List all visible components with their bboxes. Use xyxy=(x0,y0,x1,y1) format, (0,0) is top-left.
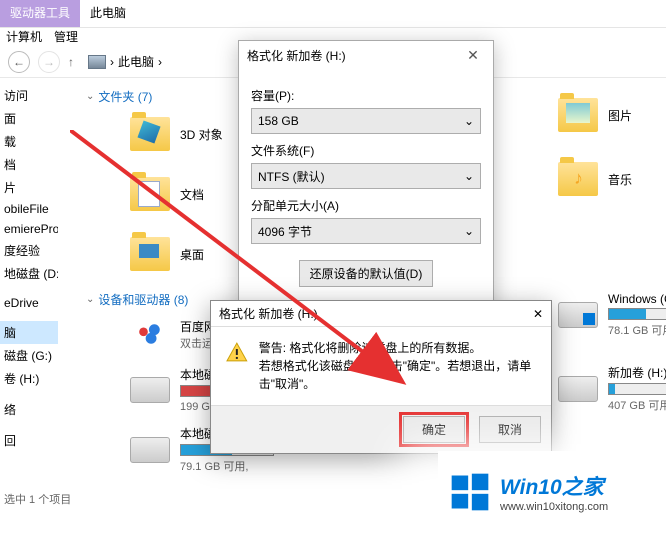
folder-icon: ♪ xyxy=(558,162,598,196)
drive-name: Windows (C: xyxy=(608,292,666,306)
confirm-text-line1: 警告: 格式化将删除该磁盘上的所有数据。 xyxy=(259,339,537,357)
dialog-titlebar[interactable]: 格式化 新加卷 (H:) ✕ xyxy=(239,41,493,69)
close-icon[interactable]: ✕ xyxy=(533,307,543,321)
cancel-button[interactable]: 取消 xyxy=(479,416,541,443)
ribbon-tab-drivetools[interactable]: 驱动器工具 xyxy=(0,0,80,27)
folder-icon xyxy=(130,237,170,271)
sidebar-premierepro[interactable]: emierePro xyxy=(0,219,58,239)
filesystem-select[interactable]: NTFS (默认)⌄ xyxy=(251,163,481,189)
folder-icon xyxy=(558,98,598,132)
allocunit-select[interactable]: 4096 字节⌄ xyxy=(251,218,481,244)
dialog-title: 格式化 新加卷 (H:) xyxy=(219,305,318,322)
drive-sub: 407 GB 可用 xyxy=(608,400,666,412)
folder-icon xyxy=(130,117,170,151)
chevron-down-icon: ⌄ xyxy=(464,224,474,238)
chevron-down-icon: ⌄ xyxy=(464,169,474,183)
sidebar-desktop[interactable]: 面 xyxy=(0,107,58,130)
folder-music[interactable]: ♪ 音乐 xyxy=(558,156,666,202)
confirm-dialog: 格式化 新加卷 (H:) ✕ 警告: 格式化将删除该磁盘上的所有数据。 若想格式… xyxy=(210,300,552,454)
watermark: Win10之家 www.win10xitong.com xyxy=(438,451,666,533)
sidebar-quickaccess[interactable]: 访问 xyxy=(0,84,58,107)
restore-defaults-button[interactable]: 还原设备的默认值(D) xyxy=(299,260,434,287)
ribbon-label-computer[interactable]: 计算机 xyxy=(6,28,42,46)
drive-name: 新加卷 (H:) xyxy=(608,364,666,381)
sidebar-local-g[interactable]: 磁盘 (G:) xyxy=(0,344,58,367)
dialog-title: 格式化 新加卷 (H:) xyxy=(247,47,346,64)
status-bar: 选中 1 个项目 xyxy=(4,491,71,507)
chevron-down-icon: ⌄ xyxy=(464,114,474,128)
sidebar-docs[interactable]: 档 xyxy=(0,153,58,176)
close-icon[interactable]: ✕ xyxy=(461,47,485,64)
ribbon-label-manage[interactable]: 管理 xyxy=(54,28,78,46)
drive-sub: 79.1 GB 可用, xyxy=(180,461,248,473)
sidebar-pictures[interactable]: 片 xyxy=(0,176,58,199)
sidebar-local-d[interactable]: 地磁盘 (D:) xyxy=(0,262,58,285)
windows-logo-icon xyxy=(448,470,492,514)
nav-back[interactable]: ← xyxy=(8,51,30,73)
drive-sub: 78.1 GB 可用 xyxy=(608,325,666,337)
address-field[interactable]: › 此电脑 › xyxy=(82,51,168,72)
sidebar: 访问 面 载 档 片 obileFile emierePro 度经验 地磁盘 (… xyxy=(0,78,58,518)
folder-label: 文档 xyxy=(180,186,204,203)
sidebar-thispc[interactable]: 脑 xyxy=(0,321,58,344)
drive-icon xyxy=(558,376,598,402)
sidebar-mobilefile[interactable]: obileFile xyxy=(0,199,58,219)
netdisk-icon xyxy=(130,314,170,354)
allocunit-label: 分配单元大小(A) xyxy=(251,197,481,214)
folder-label: 3D 对象 xyxy=(180,126,223,143)
filesystem-label: 文件系统(F) xyxy=(251,142,481,159)
breadcrumb-thispc[interactable]: 此电脑 xyxy=(118,53,154,70)
sidebar-edrive[interactable]: eDrive xyxy=(0,293,58,313)
folder-label: 桌面 xyxy=(180,246,204,263)
capacity-select[interactable]: 158 GB⌄ xyxy=(251,108,481,134)
drive-icon xyxy=(558,302,598,328)
dialog-titlebar[interactable]: 格式化 新加卷 (H:) ✕ xyxy=(211,301,551,327)
folder-icon xyxy=(130,177,170,211)
drive-newvol-h[interactable]: 新加卷 (H:) 407 GB 可用 xyxy=(558,364,666,413)
folder-label: 音乐 xyxy=(608,171,632,188)
ribbon-tab-thispc[interactable]: 此电脑 xyxy=(80,0,136,27)
warning-icon xyxy=(225,339,249,367)
confirm-text-line2: 若想格式化该磁盘，请单击"确定"。若想退出，请单击"取消"。 xyxy=(259,357,537,393)
chevron-down-icon: ⌄ xyxy=(86,294,94,305)
ribbon: 驱动器工具 此电脑 xyxy=(0,0,666,28)
drive-windows-c[interactable]: Windows (C: 78.1 GB 可用 xyxy=(558,292,666,338)
nav-fwd[interactable]: → xyxy=(38,51,60,73)
sidebar-network[interactable]: 络 xyxy=(0,398,58,421)
sidebar-exp[interactable]: 度经验 xyxy=(0,239,58,262)
watermark-url: www.win10xitong.com xyxy=(500,501,608,513)
ok-button[interactable]: 确定 xyxy=(403,416,465,443)
sidebar-downloads[interactable]: 载 xyxy=(0,130,58,153)
capacity-label: 容量(P): xyxy=(251,87,481,104)
breadcrumb-sep: › xyxy=(110,55,114,69)
drive-icon xyxy=(130,437,170,463)
thispc-icon xyxy=(88,55,106,69)
sidebar-newvol-h[interactable]: 卷 (H:) xyxy=(0,367,58,390)
breadcrumb-sep2: › xyxy=(158,55,162,69)
watermark-brand: Win10之家 xyxy=(500,471,608,501)
chevron-down-icon: ⌄ xyxy=(86,91,94,102)
folder-label: 图片 xyxy=(608,107,632,124)
content-right-column: 图片 ♪ 音乐 Windows (C: 78.1 GB 可用 新加卷 (H:) 40… xyxy=(558,90,666,439)
nav-up[interactable]: ↑ xyxy=(68,55,74,69)
sidebar-trash[interactable]: 回 xyxy=(0,429,58,452)
drive-icon xyxy=(130,377,170,403)
folder-pictures[interactable]: 图片 xyxy=(558,92,666,138)
